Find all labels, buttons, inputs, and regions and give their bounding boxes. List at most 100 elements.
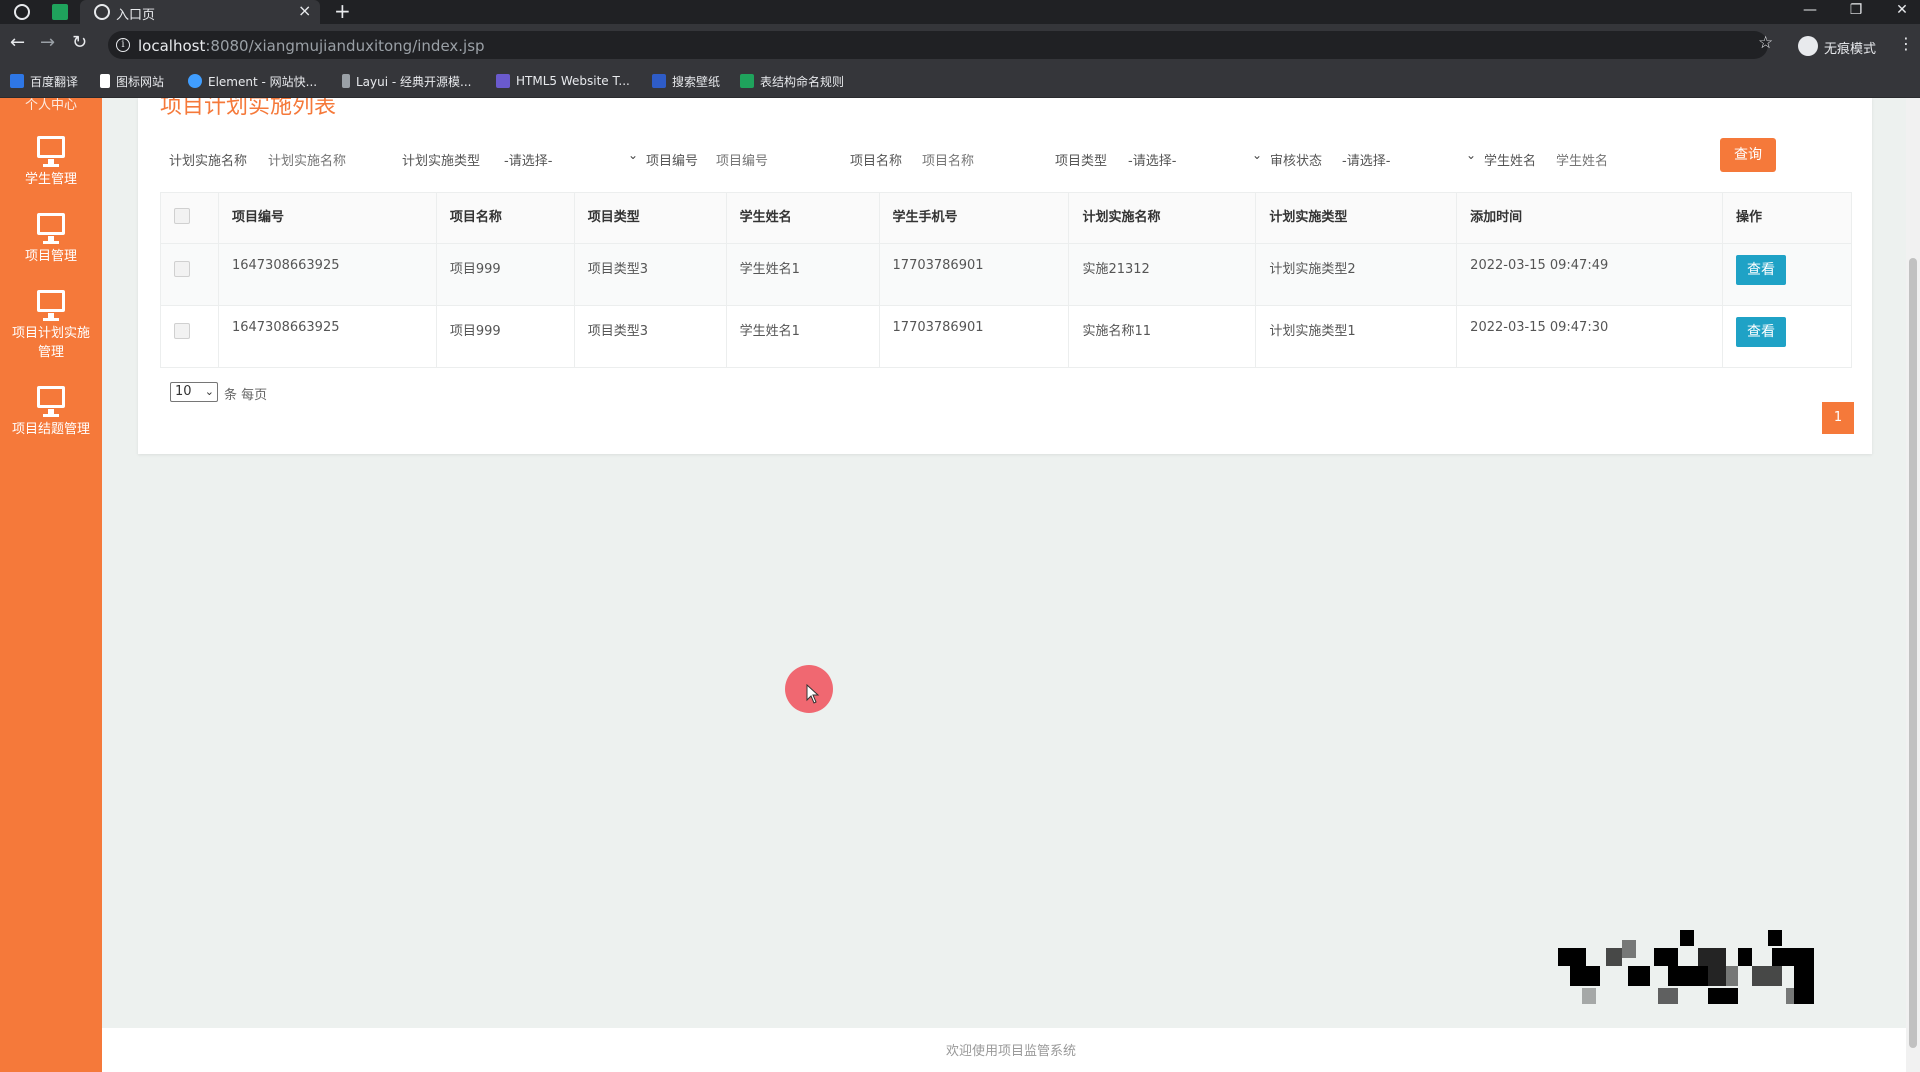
- globe-icon: [94, 4, 110, 20]
- flag-icon: [100, 74, 110, 88]
- sidebar-item-projects[interactable]: 项目管理: [0, 213, 102, 264]
- project-type-label: 项目类型: [1055, 154, 1108, 169]
- bookmark-favicon-icon: [10, 74, 24, 88]
- row-checkbox[interactable]: [174, 323, 190, 339]
- cell-project-name: 项目999: [435, 243, 575, 306]
- cell-plan-name: 实施名称11: [1068, 305, 1257, 368]
- cell-project-type: 项目类型3: [573, 305, 727, 368]
- monitor-icon: [37, 290, 65, 321]
- sidebar-item-students[interactable]: 学生管理: [0, 136, 102, 187]
- wallpaper-icon: [652, 74, 666, 88]
- cell-project-no: 1647308663925: [217, 243, 437, 306]
- column-header[interactable]: 学生姓名: [725, 192, 880, 244]
- restore-icon[interactable]: ❐: [1836, 0, 1876, 20]
- cell-actions: 查看: [1721, 243, 1853, 306]
- bookmark-item[interactable]: Element - 网站快...: [188, 72, 317, 90]
- sidebar-item-label: 学生管理: [24, 172, 77, 187]
- row-checkbox[interactable]: [174, 261, 190, 277]
- plan-name-label: 计划实施名称: [169, 154, 248, 169]
- row-select-cell: [160, 243, 219, 306]
- plan-type-label: 计划实施类型: [402, 154, 481, 169]
- column-header[interactable]: 项目名称: [435, 192, 575, 244]
- audit-status-select[interactable]: -请选择- ⌄: [1342, 148, 1478, 169]
- hexagon-icon: [188, 74, 202, 88]
- chevron-down-icon: ⌄: [1252, 148, 1263, 162]
- layui-icon: [342, 74, 350, 88]
- project-no-input[interactable]: [716, 143, 806, 173]
- select-all-checkbox[interactable]: [174, 208, 190, 224]
- view-button[interactable]: 查看: [1735, 255, 1786, 285]
- sidebar: 个人中心 学生管理 项目管理 项目计划实施 管理 项目结题管理: [0, 98, 102, 1072]
- cell-student-phone: 17703786901: [878, 305, 1070, 368]
- cell-added-time: 2022-03-15 09:47:49: [1456, 243, 1723, 306]
- table-row: 1647308663925 项目999 项目类型3 学生姓名1 17703786…: [160, 305, 1853, 368]
- browser-tab-bar: 入口页 × + — ❐ ✕: [0, 0, 1920, 24]
- sidebar-item-label: 项目结题管理: [11, 422, 90, 437]
- bookmark-item[interactable]: 搜索壁纸: [652, 72, 720, 90]
- column-header[interactable]: 计划实施类型: [1255, 192, 1458, 244]
- cell-student-name: 学生姓名1: [725, 243, 880, 306]
- row-select-cell: [160, 305, 219, 368]
- html5-icon: [496, 74, 510, 88]
- page-size-select[interactable]: 10 ⌄: [170, 382, 218, 402]
- column-header[interactable]: 添加时间: [1456, 192, 1723, 244]
- tab-title: 入口页: [116, 8, 156, 23]
- cell-project-type: 项目类型3: [573, 243, 727, 306]
- main-content: 项目计划实施列表 计划实施名称 计划实施类型 -请选择-⌄ 项目编号 项目名称 …: [102, 98, 1920, 1072]
- page-title: 项目计划实施列表: [160, 98, 337, 119]
- new-tab-icon[interactable]: +: [334, 0, 351, 23]
- sidebar-item-plan-implementation[interactable]: 项目计划实施 管理: [0, 290, 102, 360]
- bookmark-item[interactable]: 表结构命名规则: [740, 72, 844, 90]
- footer: 欢迎使用项目监管系统: [102, 1028, 1920, 1072]
- search-button[interactable]: 查询: [1720, 138, 1776, 172]
- sheet-icon: [740, 74, 754, 88]
- monitor-icon: [37, 213, 65, 244]
- column-header[interactable]: 计划实施名称: [1068, 192, 1257, 244]
- cell-plan-type: 计划实施类型1: [1255, 305, 1458, 368]
- url-text[interactable]: localhost:8080/xiangmujianduxitong/index…: [138, 37, 485, 55]
- bookmark-item[interactable]: 百度翻译: [10, 72, 78, 90]
- reload-icon[interactable]: ↻: [72, 32, 87, 53]
- audit-status-label: 审核状态: [1270, 154, 1323, 169]
- plan-type-select[interactable]: -请选择- ⌄: [504, 148, 640, 169]
- minimize-icon[interactable]: —: [1790, 0, 1830, 20]
- pinned-tab-icon[interactable]: [52, 4, 68, 20]
- list-panel: 项目计划实施列表 计划实施名称 计划实施类型 -请选择-⌄ 项目编号 项目名称 …: [138, 98, 1872, 454]
- window-close-icon[interactable]: ✕: [1882, 0, 1920, 20]
- bookmark-item[interactable]: Layui - 经典开源模...: [342, 72, 471, 90]
- page-number-button[interactable]: 1: [1822, 402, 1854, 434]
- select-all-cell: [160, 192, 219, 244]
- sidebar-item-personal-center[interactable]: 个人中心: [0, 94, 102, 113]
- scroll-thumb[interactable]: [1909, 258, 1917, 1048]
- sidebar-item-label: 管理: [37, 345, 64, 360]
- cell-project-name: 项目999: [435, 305, 575, 368]
- project-type-select[interactable]: -请选择- ⌄: [1128, 148, 1264, 169]
- bookmark-star-icon[interactable]: ☆: [1758, 33, 1773, 53]
- view-button[interactable]: 查看: [1735, 317, 1786, 347]
- watermark-mosaic: [1558, 930, 1814, 1004]
- browser-menu-icon[interactable]: ⋮: [1898, 34, 1914, 53]
- incognito-label[interactable]: 无痕模式: [1824, 38, 1876, 57]
- tab-close-icon[interactable]: ×: [298, 1, 311, 20]
- project-name-input[interactable]: [922, 143, 1012, 173]
- plan-name-input[interactable]: [268, 143, 378, 173]
- column-header[interactable]: 项目编号: [217, 192, 437, 244]
- page-scrollbar[interactable]: [1906, 98, 1920, 1072]
- project-name-label: 项目名称: [850, 154, 903, 169]
- bookmark-item[interactable]: HTML5 Website T...: [496, 72, 630, 90]
- cell-student-name: 学生姓名1: [725, 305, 880, 368]
- cell-added-time: 2022-03-15 09:47:30: [1456, 305, 1723, 368]
- column-header[interactable]: 学生手机号: [878, 192, 1070, 244]
- incognito-icon[interactable]: [1798, 36, 1818, 56]
- column-header[interactable]: 项目类型: [573, 192, 727, 244]
- bookmark-item[interactable]: 图标网站: [100, 72, 164, 90]
- site-info-icon[interactable]: i: [116, 38, 130, 52]
- mouse-pointer-icon: [806, 684, 820, 704]
- sidebar-item-label: 项目管理: [24, 249, 77, 264]
- sidebar-item-project-closure[interactable]: 项目结题管理: [0, 386, 102, 437]
- browser-icon: [14, 4, 30, 20]
- back-icon[interactable]: ←: [10, 32, 25, 53]
- forward-icon[interactable]: →: [40, 32, 55, 53]
- student-name-input[interactable]: [1556, 143, 1656, 173]
- cell-plan-type: 计划实施类型2: [1255, 243, 1458, 306]
